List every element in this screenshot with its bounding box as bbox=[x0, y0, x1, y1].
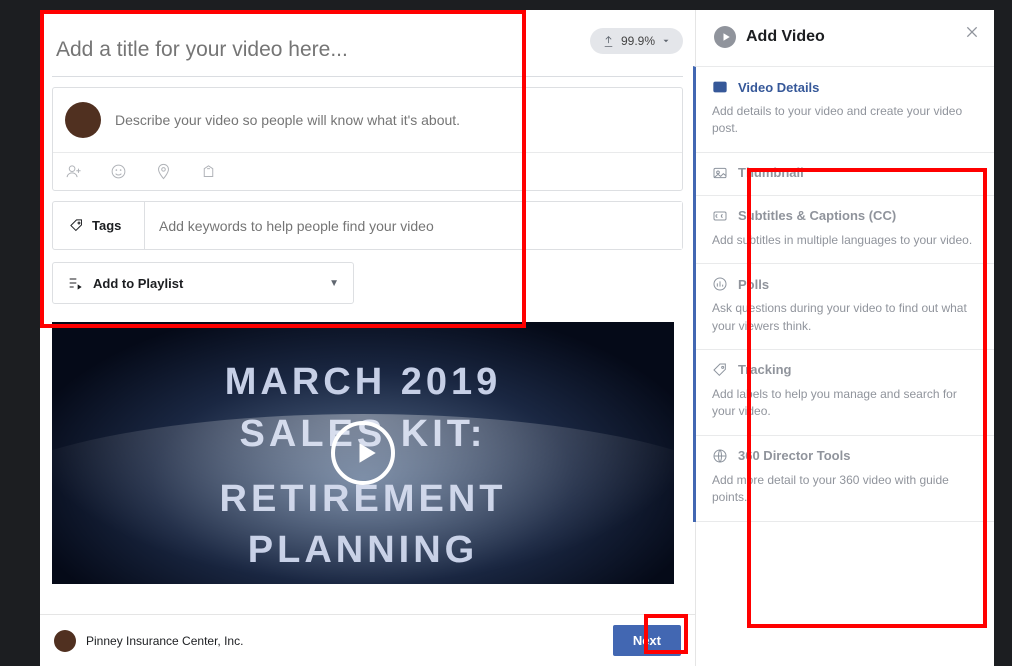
product-tag-icon[interactable] bbox=[200, 163, 217, 180]
video-preview[interactable]: MARCH 2019 SALES KIT: RETIREMENT PLANNIN… bbox=[52, 322, 674, 584]
play-button[interactable] bbox=[331, 421, 395, 485]
footer-page-name: Pinney Insurance Center, Inc. bbox=[86, 634, 243, 648]
details-icon bbox=[712, 79, 728, 95]
sidebar-item-title: Polls bbox=[738, 277, 769, 292]
sidebar-item-video-details[interactable]: Video Details Add details to your video … bbox=[696, 67, 994, 153]
sidebar-item-desc: Add subtitles in multiple languages to y… bbox=[712, 232, 978, 249]
tags-label: Tags bbox=[53, 202, 145, 249]
sidebar-item-desc: Add more detail to your 360 video with g… bbox=[712, 472, 978, 507]
sidebar-sections: Video Details Add details to your video … bbox=[693, 66, 994, 522]
polls-icon bbox=[712, 276, 728, 292]
page-avatar bbox=[65, 102, 101, 138]
thumbnail-icon bbox=[712, 165, 728, 181]
upload-icon bbox=[602, 35, 615, 48]
description-card bbox=[52, 87, 683, 191]
sidebar-item-title: Subtitles & Captions (CC) bbox=[738, 208, 896, 223]
location-icon[interactable] bbox=[155, 163, 172, 180]
composer-tool-row bbox=[53, 152, 682, 190]
sidebar-item-title: Video Details bbox=[738, 80, 819, 95]
upload-progress-text: 99.9% bbox=[621, 34, 655, 48]
sidebar-item-title: 360 Director Tools bbox=[738, 448, 850, 463]
sidebar-item-thumbnail[interactable]: Thumbnail bbox=[696, 153, 994, 196]
video-text-line-1: MARCH 2019 bbox=[225, 357, 502, 408]
tag-icon bbox=[69, 218, 84, 233]
cc-icon bbox=[712, 208, 728, 224]
footer-page-avatar bbox=[54, 630, 76, 652]
video-title-input[interactable] bbox=[52, 20, 683, 76]
play-icon bbox=[353, 440, 379, 466]
sidebar-title: Add Video bbox=[746, 28, 825, 46]
sidebar-item-desc: Ask questions during your video to find … bbox=[712, 300, 978, 335]
sidebar-item-tracking[interactable]: Tracking Add labels to help you manage a… bbox=[696, 350, 994, 436]
tags-label-text: Tags bbox=[92, 218, 121, 233]
upload-progress-badge[interactable]: 99.9% bbox=[590, 28, 683, 54]
sidebar-item-title: Tracking bbox=[738, 362, 791, 377]
modal-footer: Pinney Insurance Center, Inc. Next bbox=[40, 614, 695, 666]
add-to-playlist-dropdown[interactable]: Add to Playlist ▼ bbox=[52, 262, 354, 304]
divider bbox=[52, 76, 683, 77]
add-video-icon bbox=[714, 26, 736, 48]
chevron-down-icon: ▼ bbox=[329, 278, 339, 289]
sidebar-item-desc: Add labels to help you manage and search… bbox=[712, 386, 978, 421]
next-button[interactable]: Next bbox=[613, 625, 681, 656]
globe-icon bbox=[712, 448, 728, 464]
emoji-icon[interactable] bbox=[110, 163, 127, 180]
close-button[interactable] bbox=[964, 24, 980, 40]
add-video-modal: 99.9% Tags Add t bbox=[40, 10, 994, 666]
close-icon bbox=[964, 24, 980, 40]
sidebar-item-subtitles[interactable]: Subtitles & Captions (CC) Add subtitles … bbox=[696, 196, 994, 264]
sidebar-item-title: Thumbnail bbox=[738, 165, 804, 180]
tag-people-icon[interactable] bbox=[65, 163, 82, 180]
sidebar-item-polls[interactable]: Polls Ask questions during your video to… bbox=[696, 264, 994, 350]
right-sidebar: Add Video Video Details Add details to y… bbox=[696, 10, 994, 666]
sidebar-item-desc: Add details to your video and create you… bbox=[712, 103, 978, 138]
video-description-input[interactable] bbox=[115, 112, 670, 128]
playlist-label: Add to Playlist bbox=[93, 276, 183, 291]
play-icon bbox=[721, 32, 731, 42]
chevron-down-icon bbox=[661, 36, 671, 46]
main-column: 99.9% Tags Add t bbox=[40, 10, 696, 666]
tags-input[interactable] bbox=[145, 202, 682, 249]
tags-card: Tags bbox=[52, 201, 683, 250]
playlist-icon bbox=[67, 275, 83, 291]
tracking-icon bbox=[712, 362, 728, 378]
sidebar-item-360-tools[interactable]: 360 Director Tools Add more detail to yo… bbox=[696, 436, 994, 522]
